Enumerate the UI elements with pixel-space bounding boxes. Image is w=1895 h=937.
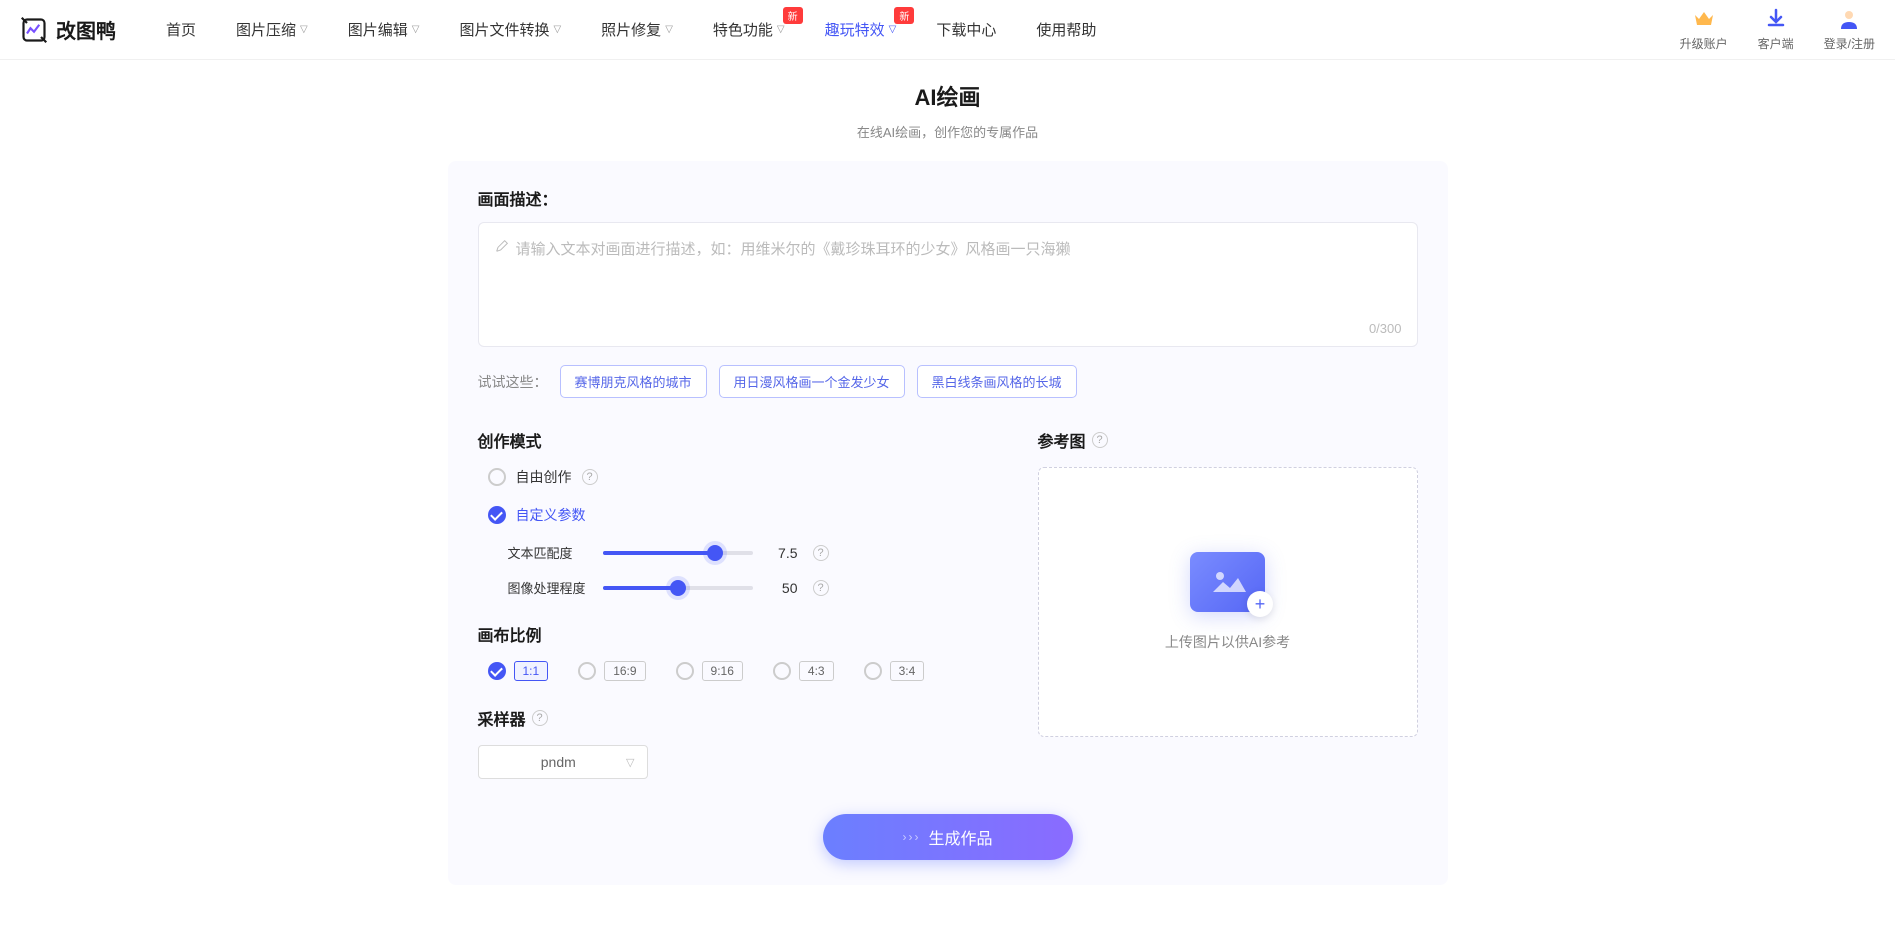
help-icon[interactable]: ? <box>532 710 548 726</box>
nav-help[interactable]: 使用帮助 <box>1036 19 1096 40</box>
logo[interactable]: 改图鸭 <box>20 15 116 44</box>
ratio-4-3[interactable]: 4:3 <box>773 661 834 681</box>
mode-custom[interactable]: 自定义参数 <box>488 505 978 525</box>
radio-unchecked-icon <box>773 662 791 680</box>
client-button[interactable]: 客户端 <box>1758 7 1794 52</box>
main-content: AI绘画 在线AI绘画，创作您的专属作品 画面描述： 0/300 试试这些： 赛… <box>448 60 1448 885</box>
suggestion-chip[interactable]: 用日漫风格画一个金发少女 <box>719 365 905 398</box>
text-match-slider[interactable] <box>603 551 753 555</box>
new-badge: 新 <box>783 7 803 24</box>
nav-restore[interactable]: 照片修复▽ <box>601 19 673 40</box>
logo-icon <box>20 16 48 44</box>
page-subtitle: 在线AI绘画，创作您的专属作品 <box>448 122 1448 141</box>
nav-download[interactable]: 下载中心 <box>936 19 996 40</box>
help-icon[interactable]: ? <box>813 545 829 561</box>
try-label: 试试这些： <box>478 372 548 392</box>
radio-unchecked-icon <box>488 468 506 486</box>
panel: 画面描述： 0/300 试试这些： 赛博朋克风格的城市 用日漫风格画一个金发少女… <box>448 161 1448 885</box>
pencil-icon <box>494 238 510 258</box>
help-icon[interactable]: ? <box>1092 432 1108 448</box>
prompt-input[interactable] <box>516 238 1402 310</box>
ratio-row: 1:1 16:9 9:16 4:3 <box>488 661 978 681</box>
nav-features[interactable]: 特色功能▽新 <box>713 19 785 40</box>
header: 改图鸭 首页 图片压缩▽ 图片编辑▽ 图片文件转换▽ 照片修复▽ 特色功能▽新 … <box>0 0 1895 60</box>
arrow-icon: ››› <box>902 830 918 844</box>
crown-icon <box>1692 7 1716 31</box>
plus-icon: + <box>1247 591 1273 617</box>
chevron-down-icon: ▽ <box>412 24 420 35</box>
prompt-box[interactable]: 0/300 <box>478 222 1418 347</box>
help-icon[interactable]: ? <box>582 469 598 485</box>
nav-edit[interactable]: 图片编辑▽ <box>348 19 420 40</box>
chevron-down-icon: ▽ <box>889 24 897 35</box>
ratio-16-9[interactable]: 16:9 <box>578 661 645 681</box>
logo-text: 改图鸭 <box>56 15 116 44</box>
nav-convert[interactable]: 图片文件转换▽ <box>459 19 561 40</box>
chevron-down-icon: ▽ <box>300 24 308 35</box>
ratio-3-4[interactable]: 3:4 <box>864 661 925 681</box>
login-button[interactable]: 登录/注册 <box>1824 7 1875 52</box>
prompt-label: 画面描述： <box>478 186 1418 210</box>
suggestion-chip[interactable]: 黑白线条画风格的长城 <box>917 365 1077 398</box>
sampler-label: 采样器 <box>478 706 526 730</box>
header-actions: 升级账户 客户端 登录/注册 <box>1680 7 1875 52</box>
mode-free[interactable]: 自由创作 ? <box>488 467 978 487</box>
suggestions: 试试这些： 赛博朋克风格的城市 用日漫风格画一个金发少女 黑白线条画风格的长城 <box>478 365 1418 398</box>
ratio-1-1[interactable]: 1:1 <box>488 661 549 681</box>
nav-compress[interactable]: 图片压缩▽ <box>236 19 308 40</box>
help-icon[interactable]: ? <box>813 580 829 596</box>
image-process-slider[interactable] <box>603 586 753 590</box>
user-icon <box>1837 7 1861 31</box>
radio-unchecked-icon <box>676 662 694 680</box>
radio-unchecked-icon <box>578 662 596 680</box>
page-title: AI绘画 <box>448 80 1448 112</box>
nav-home[interactable]: 首页 <box>166 19 196 40</box>
upgrade-button[interactable]: 升级账户 <box>1680 7 1728 52</box>
slider-image-process: 图像处理程度 50 ? <box>508 578 978 597</box>
generate-button[interactable]: ››› 生成作品 <box>823 814 1073 860</box>
reference-label: 参考图 <box>1038 428 1086 452</box>
sampler-select[interactable]: pndm ▽ <box>478 745 648 779</box>
radio-checked-icon <box>488 662 506 680</box>
upload-text: 上传图片以供AI参考 <box>1165 632 1290 652</box>
radio-unchecked-icon <box>864 662 882 680</box>
chevron-down-icon: ▽ <box>553 24 561 35</box>
download-icon <box>1764 7 1788 31</box>
ratio-9-16[interactable]: 9:16 <box>676 661 743 681</box>
chevron-down-icon: ▽ <box>626 756 634 769</box>
mode-label: 创作模式 <box>478 428 542 452</box>
new-badge: 新 <box>894 7 914 24</box>
upload-icon-wrap: + <box>1190 552 1265 612</box>
chevron-down-icon: ▽ <box>665 24 673 35</box>
slider-text-match: 文本匹配度 7.5 ? <box>508 543 978 562</box>
main-nav: 首页 图片压缩▽ 图片编辑▽ 图片文件转换▽ 照片修复▽ 特色功能▽新 趣玩特效… <box>166 19 1680 40</box>
radio-checked-icon <box>488 506 506 524</box>
suggestion-chip[interactable]: 赛博朋克风格的城市 <box>560 365 707 398</box>
upload-box[interactable]: + 上传图片以供AI参考 <box>1038 467 1418 737</box>
chevron-down-icon: ▽ <box>777 24 785 35</box>
canvas-label: 画布比例 <box>478 622 542 646</box>
nav-effects[interactable]: 趣玩特效▽新 <box>825 19 897 40</box>
char-counter: 0/300 <box>1369 321 1402 336</box>
title-section: AI绘画 在线AI绘画，创作您的专属作品 <box>448 80 1448 141</box>
